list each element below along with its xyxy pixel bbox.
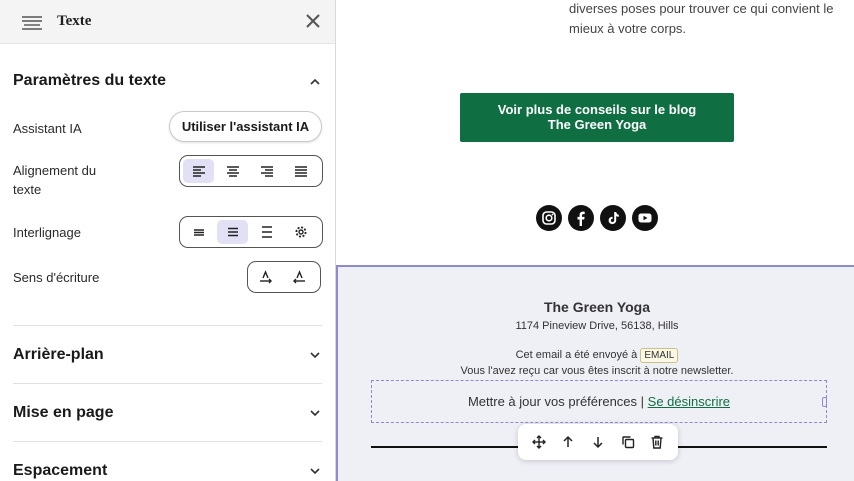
section-spacing-title[interactable]: Espacement	[13, 462, 107, 480]
line-height-label: Interlignage	[13, 225, 81, 240]
body-paragraph[interactable]: diverses poses pour trouver ce qui convi…	[569, 0, 839, 39]
editor-app: Texte Paramètres du texte Assistant IA U…	[0, 0, 854, 481]
arrow-up-icon	[563, 435, 573, 447]
chevron-down-icon[interactable]	[309, 407, 321, 419]
footer-sent-to: Cet email a été envoyé à EMAIL	[338, 348, 854, 363]
section-layout-title[interactable]: Mise en page	[13, 404, 113, 422]
footer-address: 1174 Pineview Drive, 56138, Hills	[515, 320, 679, 332]
preferences-text-block[interactable]: Mettre à jour vos préférences | Se désin…	[371, 380, 827, 423]
move-icon	[531, 435, 546, 449]
line-height-loose-icon	[261, 226, 272, 238]
line-height-segmented-control	[179, 216, 323, 248]
align-right-icon	[260, 166, 273, 177]
blog-cta-button[interactable]: Voir plus de conseils sur le blog The Gr…	[460, 93, 734, 142]
use-ai-assistant-button[interactable]: Utiliser l'assistant IA	[169, 111, 322, 142]
section-divider	[13, 325, 322, 326]
tiktok-icon[interactable]	[600, 205, 626, 231]
line-height-custom-button[interactable]	[285, 220, 316, 244]
move-up-button[interactable]	[557, 431, 579, 453]
section-background-title[interactable]: Arrière-plan	[13, 346, 104, 364]
ai-assistant-label: Assistant IA	[13, 121, 82, 136]
instagram-icon[interactable]	[536, 205, 562, 231]
gear-icon	[295, 226, 306, 238]
text-direction-ltr-icon	[260, 270, 272, 284]
text-direction-control	[247, 261, 321, 293]
close-icon[interactable]	[304, 12, 322, 30]
resize-handle[interactable]	[822, 397, 827, 407]
align-center-button[interactable]	[217, 159, 248, 183]
sent-to-text: Cet email a été envoyé à	[515, 349, 638, 361]
cta-line-2: The Green Yoga	[547, 117, 647, 132]
duplicate-button[interactable]	[617, 431, 639, 453]
email-footer-block[interactable]: The Green Yoga 1174 Pineview Drive, 5613…	[336, 265, 854, 481]
panel-title: Texte	[57, 13, 92, 29]
move-down-button[interactable]	[587, 431, 609, 453]
align-justify-button[interactable]	[285, 159, 316, 183]
align-left-icon	[192, 166, 205, 177]
section-divider	[13, 383, 322, 384]
text-direction-rtl-button[interactable]	[284, 265, 314, 289]
facebook-icon[interactable]	[568, 205, 594, 231]
text-direction-label: Sens d'écriture	[13, 270, 100, 285]
chevron-down-icon[interactable]	[309, 349, 321, 361]
align-center-icon	[226, 166, 239, 177]
footer-reason: Vous l'avez reçu car vous êtes inscrit à…	[460, 365, 734, 377]
panel-header: Texte	[0, 0, 335, 44]
alignment-label: Alignement du texte	[13, 163, 97, 197]
chevron-down-icon[interactable]	[309, 465, 321, 477]
line-height-normal-button[interactable]	[217, 220, 248, 244]
align-right-button[interactable]	[251, 159, 282, 183]
move-block-button[interactable]	[528, 431, 550, 453]
duplicate-icon	[621, 436, 634, 449]
delete-button[interactable]	[646, 431, 668, 453]
align-left-button[interactable]	[183, 159, 214, 183]
line-height-compact-button[interactable]	[183, 220, 214, 244]
align-justify-icon	[294, 166, 307, 177]
unsubscribe-link[interactable]: Se désinscrire	[648, 394, 730, 409]
block-action-toolbar	[518, 424, 678, 460]
line-height-compact-icon	[193, 229, 204, 236]
text-direction-ltr-button[interactable]	[251, 265, 281, 289]
text-lines-icon	[22, 16, 42, 30]
update-preferences-text[interactable]: Mettre à jour vos préférences |	[468, 394, 644, 409]
line-height-loose-button[interactable]	[251, 220, 282, 244]
email-merge-tag[interactable]: EMAIL	[640, 348, 679, 363]
text-direction-rtl-icon	[293, 270, 305, 284]
footer-brand-name: The Green Yoga	[543, 299, 651, 315]
section-text-settings-title[interactable]: Paramètres du texte	[13, 72, 166, 90]
alignment-segmented-control	[179, 155, 323, 187]
arrow-down-icon	[593, 437, 603, 449]
line-height-normal-icon	[227, 227, 238, 237]
section-divider	[13, 441, 322, 442]
cta-line-1: Voir plus de conseils sur le blog	[497, 102, 697, 117]
text-settings-panel: Texte Paramètres du texte Assistant IA U…	[0, 0, 336, 481]
youtube-icon[interactable]	[632, 205, 658, 231]
chevron-up-icon[interactable]	[309, 76, 321, 88]
delete-icon	[651, 435, 663, 449]
